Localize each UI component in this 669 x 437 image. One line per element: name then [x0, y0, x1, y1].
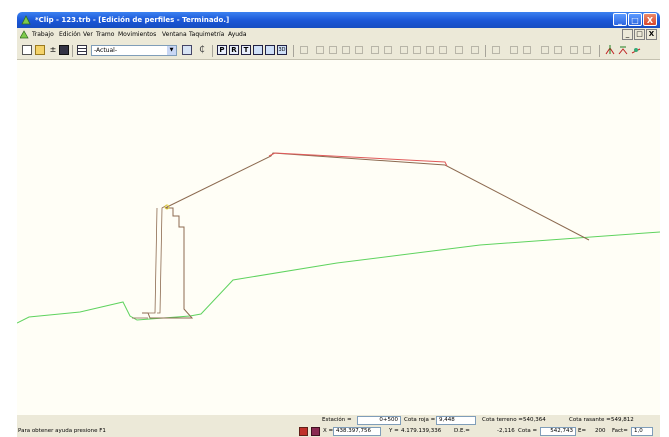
disabled-tool-icon[interactable] [510, 46, 518, 54]
toolbar-separator [293, 45, 294, 57]
menu-ayuda[interactable]: Ayuda [228, 30, 247, 40]
cota-rasante-value: 549,812 [611, 417, 634, 423]
x-label: X = [323, 428, 334, 434]
grid-toggle-icon[interactable] [311, 427, 320, 436]
menu-bar: Trabajo Edición Ver Tramo Movimientos Ve… [17, 28, 660, 42]
snap-toggle-icon[interactable] [299, 427, 308, 436]
close-button[interactable]: X [643, 13, 657, 26]
menu-trabajo[interactable]: Trabajo [32, 30, 54, 40]
menu-taquimetria[interactable]: Taquimetría [189, 30, 224, 40]
plus-minus-icon[interactable]: ± [48, 45, 58, 55]
grid-icon[interactable] [253, 45, 263, 55]
toolbar-separator [212, 45, 213, 57]
open-folder-icon[interactable] [35, 45, 45, 55]
disabled-tool-icon[interactable] [541, 46, 549, 54]
terrain-line [16, 231, 661, 324]
y-value: 4.179.139,336 [401, 428, 442, 434]
wall-left-line [142, 207, 158, 314]
de-value: -2,116 [497, 428, 515, 434]
new-file-icon[interactable] [22, 45, 32, 55]
section-tool-2-icon[interactable] [618, 45, 628, 55]
cota-value: 542,743 [540, 427, 576, 436]
properties-icon[interactable] [182, 45, 192, 55]
disabled-tool-icon[interactable] [492, 46, 500, 54]
disabled-tool-icon[interactable] [329, 46, 337, 54]
chevron-down-icon[interactable]: ▼ [167, 46, 176, 55]
3d-view-icon[interactable]: 3D [277, 45, 287, 55]
e-label: E= [578, 428, 587, 434]
toolbar-separator [599, 45, 600, 57]
disabled-tool-icon[interactable] [300, 46, 308, 54]
section-tool-icon[interactable] [605, 45, 615, 55]
status-bar-bottom: Para obtener ayuda presione F1 X = 438.3… [17, 426, 660, 437]
x-value: 438.397,756 [333, 427, 381, 436]
cross-section-drawing[interactable] [16, 60, 661, 415]
disabled-tool-icon[interactable] [316, 46, 324, 54]
disabled-tool-icon[interactable] [439, 46, 447, 54]
menu-movimientos[interactable]: Movimientos [118, 30, 156, 40]
mdi-close-button[interactable]: X [646, 29, 657, 40]
title-bar: *Clip - 123.trb - [Edición de perfiles -… [17, 12, 660, 28]
cota-terreno-label: Cota terreno = [482, 417, 523, 423]
disabled-tool-icon[interactable] [342, 46, 350, 54]
toolbar-separator [72, 45, 73, 57]
table-icon[interactable] [265, 45, 275, 55]
profile-p-icon[interactable]: P [217, 45, 227, 55]
profile-canvas[interactable] [16, 60, 661, 415]
wall-inner-line [157, 204, 168, 314]
estacion-label: Estación = [322, 417, 352, 423]
mdi-restore-button[interactable]: □ [634, 29, 645, 40]
disabled-tool-icon[interactable] [455, 46, 463, 54]
help-pointer-icon[interactable]: ₵ [197, 45, 207, 55]
disabled-tool-icon[interactable] [583, 46, 591, 54]
section-tool-3-icon[interactable] [631, 45, 641, 55]
profile-r-icon[interactable]: R [229, 45, 239, 55]
disabled-tool-icon[interactable] [554, 46, 562, 54]
mdi-minimize-button[interactable]: _ [622, 29, 633, 40]
de-label: D.E.= [454, 428, 470, 434]
cota-rasante-label: Cota rasante = [569, 417, 611, 423]
menu-tramo[interactable]: Tramo [96, 30, 114, 40]
menu-ventana[interactable]: Ventana [162, 30, 187, 40]
profile-select-value: -Actual- [94, 47, 117, 54]
cota-terreno-value: 540,364 [523, 417, 546, 423]
disabled-tool-icon[interactable] [400, 46, 408, 54]
cota-label: Cota = [518, 428, 538, 434]
menu-ver[interactable]: Ver [83, 30, 93, 40]
fact-value: 1,0 [631, 427, 653, 436]
profile-t-icon[interactable]: T [241, 45, 251, 55]
disabled-tool-icon[interactable] [523, 46, 531, 54]
disabled-tool-icon[interactable] [426, 46, 434, 54]
disabled-tool-icon[interactable] [371, 46, 379, 54]
toolbar: ± -Actual- ▼ ₵ P R T 3D [17, 42, 660, 60]
profile-select[interactable]: -Actual- ▼ [91, 45, 177, 56]
cota-roja-value: 9,448 [436, 416, 476, 425]
cota-roja-label: Cota roja = [404, 417, 436, 423]
mdi-app-icon [19, 30, 29, 39]
disabled-tool-icon[interactable] [384, 46, 392, 54]
menu-edicion[interactable]: Edición [59, 30, 81, 40]
disabled-tool-icon[interactable] [471, 46, 479, 54]
disabled-tool-icon[interactable] [355, 46, 363, 54]
disabled-tool-icon[interactable] [413, 46, 421, 54]
road-profile-line [142, 152, 590, 319]
maximize-button[interactable]: □ [628, 13, 642, 26]
app-icon [21, 15, 31, 25]
estacion-value: 0+500 [357, 416, 401, 425]
disabled-tool-icon[interactable] [570, 46, 578, 54]
e-value: 200 [595, 428, 606, 434]
window-title: *Clip - 123.trb - [Edición de perfiles -… [35, 16, 230, 24]
status-bar-top: Estación = 0+500 Cota roja = 9,448 Cota … [17, 415, 660, 426]
toolbar-separator [485, 45, 486, 57]
list-icon[interactable] [77, 45, 87, 55]
minimize-button[interactable]: _ [613, 13, 627, 26]
y-label: Y = [389, 428, 399, 434]
fact-label: Fact= [612, 428, 628, 434]
save-icon[interactable] [59, 45, 69, 55]
help-text: Para obtener ayuda presione F1 [18, 428, 106, 434]
